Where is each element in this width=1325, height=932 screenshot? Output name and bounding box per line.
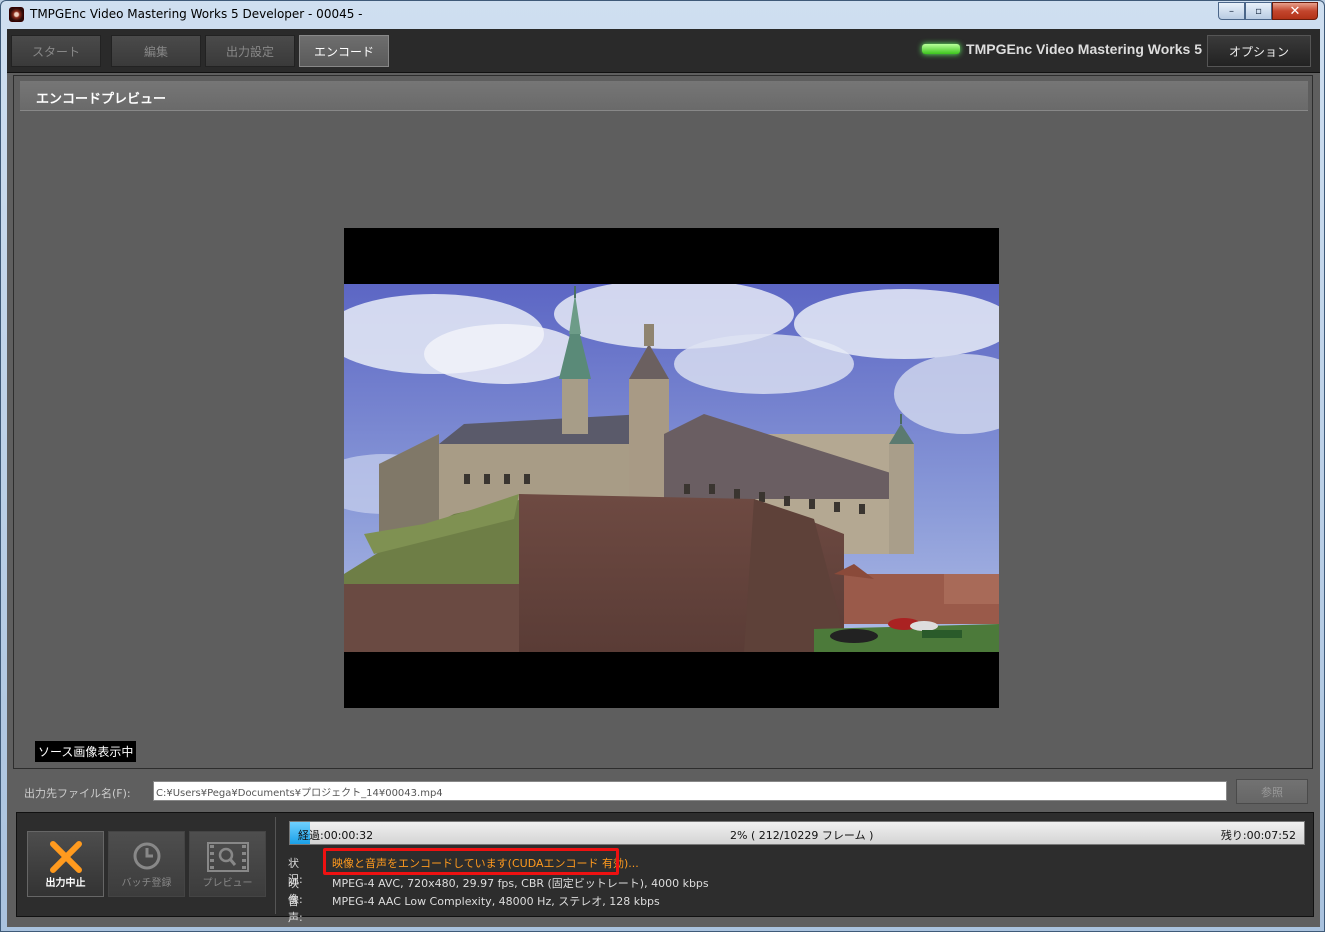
output-file-label: 出力先ファイル名(F): [24, 787, 131, 800]
audio-value: MPEG-4 AAC Low Complexity, 48000 Hz, ステレ… [332, 895, 660, 908]
app-window: TMPGEnc Video Mastering Works 5 Develope… [0, 0, 1325, 932]
remaining-time: 残り:00:07:52 [1220, 829, 1296, 842]
maximize-button[interactable]: ▫ [1245, 2, 1272, 20]
tab-output-settings[interactable]: 出力設定 [205, 35, 295, 67]
batch-register-label: バッチ登録 [121, 878, 172, 889]
tab-encode[interactable]: エンコード [299, 35, 389, 67]
window-controls: – ▫ ✕ [1218, 2, 1318, 20]
encode-progress-bar: 経過:00:00:32 2% ( 212/10229 フレーム ) 残り:00:… [289, 821, 1305, 845]
batch-register-button[interactable]: バッチ登録 [108, 831, 185, 897]
panel-title: エンコードプレビュー [36, 92, 167, 107]
divider [275, 817, 276, 914]
stop-output-label: 出力中止 [45, 878, 86, 889]
preview-frame-image [344, 284, 999, 652]
top-navigation: スタート 編集 出力設定 エンコード TMPGEnc Video Masteri… [7, 29, 1320, 73]
preview-button[interactable]: プレビュー [189, 831, 266, 897]
status-highlight-box [323, 848, 619, 875]
output-file-row: 出力先ファイル名(F): 参照 [7, 777, 1320, 807]
options-button[interactable]: オプション [1207, 35, 1311, 67]
video-value: MPEG-4 AVC, 720x480, 29.97 fps, CBR (固定ビ… [332, 877, 709, 890]
output-file-input[interactable] [153, 781, 1227, 801]
tab-start[interactable]: スタート [11, 35, 101, 67]
app-icon[interactable] [9, 7, 24, 22]
brand: TMPGEnc Video Mastering Works 5 [922, 41, 1202, 57]
window-title: TMPGEnc Video Mastering Works 5 Develope… [30, 7, 363, 21]
app-body: スタート 編集 出力設定 エンコード TMPGEnc Video Masteri… [7, 29, 1320, 927]
close-button[interactable]: ✕ [1272, 2, 1318, 20]
title-bar[interactable]: TMPGEnc Video Mastering Works 5 Develope… [1, 1, 1324, 29]
brand-name: TMPGEnc Video Mastering Works 5 [966, 41, 1202, 57]
stop-x-icon [49, 841, 82, 873]
stop-output-button[interactable]: 出力中止 [27, 831, 104, 897]
audio-key: 音声: [288, 895, 303, 924]
encode-control-panel: 出力中止 バッチ登録 プレビュー 経過:00:00:32 2% (212/10… [16, 812, 1314, 924]
film-magnifier-icon [206, 842, 249, 872]
status-led-icon [922, 44, 961, 54]
browse-button[interactable]: 参照 [1236, 779, 1308, 804]
panel-header: エンコードプレビュー [20, 81, 1308, 111]
encode-preview-panel: エンコードプレビュー ソース画像表示中 [13, 75, 1313, 769]
minimize-button[interactable]: – [1218, 2, 1245, 20]
elapsed-time: 経過:00:00:32 [298, 829, 374, 842]
clock-icon [133, 842, 160, 870]
tab-edit[interactable]: 編集 [111, 35, 201, 67]
progress-frames: 2% ( 212/10229 フレーム ) [730, 829, 874, 842]
video-preview [344, 228, 999, 708]
preview-label: プレビュー [202, 878, 253, 889]
source-display-badge: ソース画像表示中 [35, 741, 137, 762]
